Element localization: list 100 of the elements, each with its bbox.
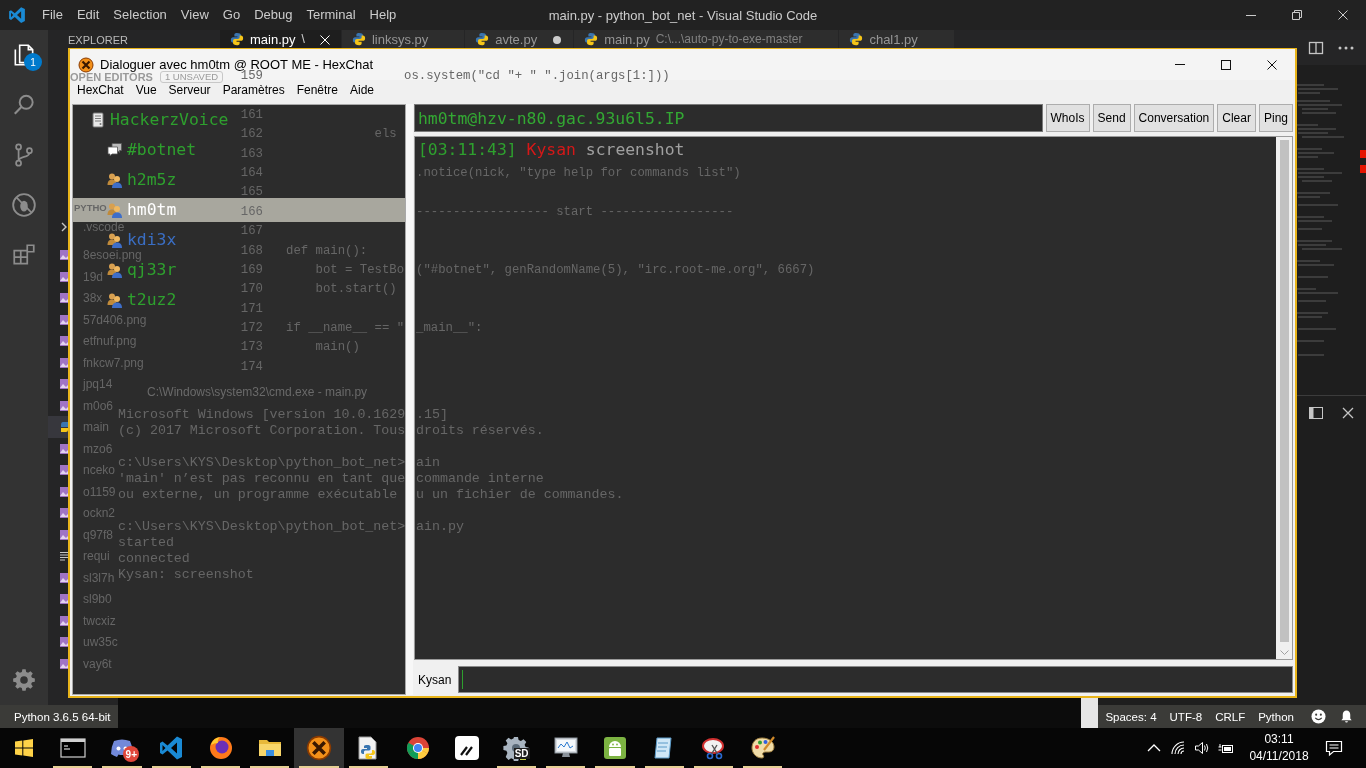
console-line: commande interne	[416, 471, 544, 486]
menu-item[interactable]: View	[173, 0, 216, 30]
blocks-icon	[11, 242, 37, 268]
tree-item[interactable]: h2m5z	[107, 172, 177, 188]
tree-item[interactable]: qj33r	[107, 262, 177, 278]
explorer-filename[interactable]: 19d	[83, 270, 104, 283]
console-line: Kysan: screenshot	[118, 567, 254, 582]
message-input[interactable]	[458, 666, 1293, 693]
line-number: 173	[239, 341, 263, 354]
line-number: 166	[239, 205, 263, 218]
code-line: .notice(nick, "type help for commands list")	[416, 166, 741, 179]
toolbar-button[interactable]: Conversation	[1133, 104, 1215, 132]
bell-icon[interactable]	[1339, 709, 1354, 724]
status-item[interactable]: UTF-8	[1169, 710, 1203, 723]
error-marks-icon	[1360, 150, 1366, 173]
editor-tab[interactable]: linksys.py	[341, 30, 466, 48]
explorer-filename[interactable]: nceko	[83, 464, 116, 476]
user-icon	[107, 232, 123, 248]
taskbar-button[interactable]	[294, 728, 344, 768]
menu-item[interactable]: Vue	[129, 83, 163, 97]
editor-tab[interactable]: avte.py	[465, 30, 575, 48]
nick-button[interactable]: Kysan	[414, 672, 456, 687]
menu-item[interactable]: Aide	[344, 83, 381, 97]
explorer-filename[interactable]: main	[83, 421, 109, 433]
code-line: bot = TestBo	[314, 263, 405, 276]
tree-item[interactable]: HackerzVoice	[90, 112, 229, 128]
toolbar-button[interactable]: Send	[1092, 104, 1131, 132]
topic-field[interactable]: hm0tm@hzv-n80.gac.93u6l5.IP	[414, 104, 1043, 132]
tree-item[interactable]: #botnet	[107, 142, 197, 158]
status-item[interactable]: Python	[1258, 710, 1294, 723]
python-file-icon	[230, 32, 244, 46]
maximize-icon	[1221, 59, 1231, 70]
taskbar-button[interactable]: 9+	[97, 728, 147, 768]
ring-icon	[404, 735, 431, 761]
tree-item[interactable]: t2uz2	[107, 292, 177, 308]
slashed-circle-icon	[11, 192, 37, 218]
console-line: c:\Users\KYS\Desktop\python_bot_net>	[118, 519, 406, 534]
code-line: main()	[314, 341, 360, 354]
interpreter-status[interactable]: Python 3.6.5 64-bit	[14, 710, 111, 723]
explorer-filename[interactable]: 57d406.png	[83, 313, 147, 326]
explorer-filename[interactable]: sl9b0	[83, 593, 112, 605]
volume-icon	[1194, 740, 1210, 756]
notification-badge: 9+	[123, 746, 140, 762]
line-number: 163	[239, 147, 263, 160]
menu-item[interactable]: Serveur	[162, 83, 217, 97]
python-file-icon	[60, 421, 68, 433]
tree-item[interactable]: kdi3x	[107, 232, 177, 248]
explorer-filename[interactable]: vay6t	[83, 657, 112, 670]
folder-header[interactable]: PYTHO	[74, 203, 107, 213]
explorer-filename[interactable]: jpq14	[83, 378, 113, 390]
toolbar-button[interactable]: Clear	[1217, 104, 1256, 132]
menu-item[interactable]: HexChat	[71, 83, 130, 97]
explorer-filename[interactable]: uw35c	[83, 636, 118, 648]
explorer-filename[interactable]: twcxiz	[83, 614, 116, 627]
smiley-icon[interactable]	[1311, 709, 1326, 724]
toolbar-button[interactable]: WhoIs	[1045, 104, 1090, 132]
close-icon	[319, 34, 330, 45]
editor-tab[interactable]: main.py \	[220, 30, 342, 48]
palette-icon	[749, 735, 776, 761]
explorer-button[interactable]: 1	[0, 30, 48, 80]
explorer-filename[interactable]: etfnuf.png	[83, 335, 137, 347]
clock[interactable]: 03:11 04/11/2018	[1242, 731, 1316, 765]
scissors-icon	[700, 735, 727, 761]
menu-item[interactable]: Help	[362, 0, 404, 30]
unsaved-badge: 1 UNSAVED	[159, 71, 224, 83]
nickname: Kysan	[526, 140, 576, 159]
explorer-filename[interactable]: o1159	[83, 485, 116, 498]
notification-badge: 1	[24, 53, 42, 71]
explorer-filename[interactable]: 38x	[83, 292, 103, 304]
restore-icon	[1292, 10, 1302, 20]
explorer-filename[interactable]: requi	[83, 550, 110, 562]
line-number: 169	[239, 263, 263, 276]
menu-item[interactable]: Debug	[247, 0, 300, 30]
terminal-icon	[59, 735, 86, 761]
status-item[interactable]: Spaces: 4	[1105, 710, 1157, 723]
editor-tab[interactable]: main.py C:\...\auto-py-to-exe-master	[574, 30, 840, 48]
menu-item[interactable]: Terminal	[299, 0, 363, 30]
menu-item[interactable]: Paramètres	[216, 83, 291, 97]
editor-tab[interactable]: chal1.py	[839, 30, 955, 48]
explorer-filename[interactable]: sl3l7h	[83, 571, 115, 584]
taskbar-button[interactable]: SD	[491, 728, 541, 768]
minimize-icon	[1175, 64, 1185, 65]
explorer-filename[interactable]: 8esoei.png	[83, 249, 142, 261]
menu-item[interactable]: File	[35, 0, 70, 30]
menu-item[interactable]: Fenêtre	[290, 83, 344, 97]
section-header[interactable]: OPEN EDITORS	[70, 72, 153, 82]
explorer-filename[interactable]: ockn2	[83, 507, 116, 519]
menu-item[interactable]: Selection	[106, 0, 174, 30]
menu-item[interactable]: Edit	[69, 0, 107, 30]
code-line: os.system("cd "+ " ".join(args[1:]))	[403, 70, 670, 82]
explorer-filename[interactable]: q97f8	[83, 528, 114, 541]
selected-file-row[interactable]	[48, 416, 68, 438]
toolbar-button[interactable]: Ping	[1258, 104, 1293, 132]
menu-item[interactable]: Go	[215, 0, 248, 30]
status-item[interactable]: CRLF	[1215, 710, 1246, 723]
explorer-filename[interactable]: .vscode	[83, 222, 125, 232]
explorer-filename[interactable]: fnkcw7.png	[83, 356, 144, 369]
explorer-filename[interactable]: mzo6	[83, 442, 113, 455]
explorer-filename[interactable]: m0o6	[83, 399, 114, 412]
line-number: 174	[239, 360, 263, 373]
